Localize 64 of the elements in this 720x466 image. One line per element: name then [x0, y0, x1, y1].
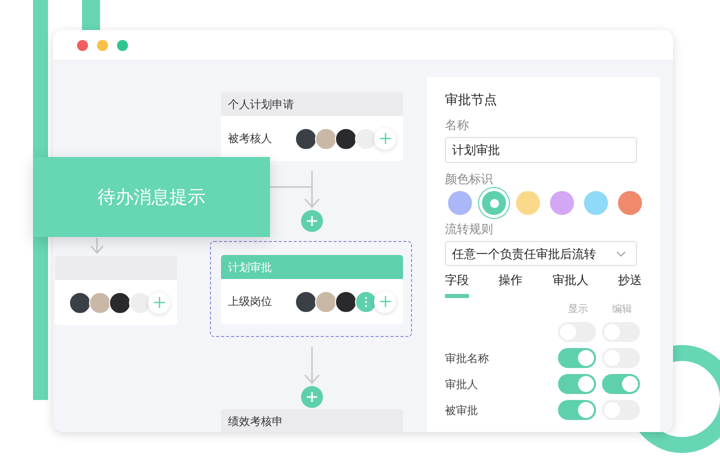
color-swatch[interactable] — [618, 191, 642, 215]
avatar-icon — [69, 292, 91, 314]
color-swatch[interactable] — [482, 191, 506, 215]
column-header: 显示 — [567, 303, 589, 316]
rule-select[interactable]: 任意一个负责任审批后流转 — [445, 241, 637, 266]
add-member-button[interactable] — [374, 128, 396, 150]
avatar-icon — [109, 292, 131, 314]
node-title: 绩效考核申 — [228, 414, 283, 428]
arrow — [304, 170, 320, 208]
avatar-placeholder-icon — [355, 128, 377, 150]
plus-icon — [307, 392, 317, 402]
avatar-placeholder-icon — [129, 292, 151, 314]
flow-node[interactable]: 计划审批 上级岗位 — [221, 255, 403, 324]
tab[interactable]: 审批人 — [552, 272, 588, 298]
node-label: 上级岗位 — [228, 294, 272, 309]
avatar-icon — [295, 290, 317, 312]
column-header: 编辑 — [611, 302, 633, 316]
color-swatch[interactable] — [584, 191, 608, 215]
toggle-switch[interactable] — [558, 400, 596, 420]
avatar-icon — [89, 292, 111, 314]
tab[interactable]: 操作 — [498, 272, 523, 298]
field-label: 颜色标识 — [445, 171, 494, 188]
tab[interactable]: 抄送 — [618, 272, 642, 298]
flow-node[interactable]: 绩效考核申 — [221, 409, 403, 432]
row-label: 审批人 — [445, 378, 478, 390]
chevron-down-icon — [616, 251, 626, 257]
avatar-icon — [315, 290, 337, 312]
plus-icon — [307, 216, 317, 226]
maximize-icon[interactable] — [117, 40, 128, 50]
avatar-icon — [295, 128, 317, 150]
node-title: 个人计划申请 — [228, 96, 294, 112]
toggle-switch[interactable] — [558, 374, 596, 394]
name-input[interactable]: 计划审批 — [445, 137, 637, 163]
flow-node[interactable] — [55, 256, 177, 325]
banner-text: 待办消息提示 — [98, 186, 206, 209]
tab[interactable]: 字段 — [445, 272, 469, 298]
avatar-icon — [335, 290, 357, 312]
node-title: 计划审批 — [228, 260, 272, 274]
row-label: 被审批 — [445, 404, 478, 416]
add-member-button[interactable] — [148, 292, 170, 314]
avatar-icon — [335, 128, 357, 150]
minimize-icon[interactable] — [97, 40, 108, 50]
add-node-button[interactable] — [301, 210, 323, 232]
add-member-button[interactable] — [374, 290, 396, 312]
close-icon[interactable] — [77, 40, 88, 50]
plus-icon — [154, 297, 164, 308]
add-node-button[interactable] — [301, 386, 323, 408]
avatar-icon — [315, 128, 337, 150]
row-label: 审批名称 — [445, 352, 489, 364]
toggle-switch[interactable] — [602, 374, 640, 394]
flow-node[interactable]: 个人计划申请 被考核人 — [221, 92, 403, 161]
field-label: 名称 — [445, 117, 470, 134]
plus-icon — [380, 133, 390, 144]
more-dots-icon[interactable] — [355, 290, 377, 312]
toggle-switch[interactable] — [558, 348, 596, 368]
panel-title: 审批节点 — [445, 92, 498, 109]
plus-icon — [380, 296, 390, 307]
field-label: 流转规则 — [445, 221, 494, 238]
arrow — [304, 346, 320, 384]
color-swatch[interactable] — [448, 191, 472, 215]
color-swatch[interactable] — [516, 191, 540, 215]
color-swatch[interactable] — [550, 191, 574, 215]
node-label: 被考核人 — [228, 131, 272, 146]
arrow — [90, 237, 104, 254]
